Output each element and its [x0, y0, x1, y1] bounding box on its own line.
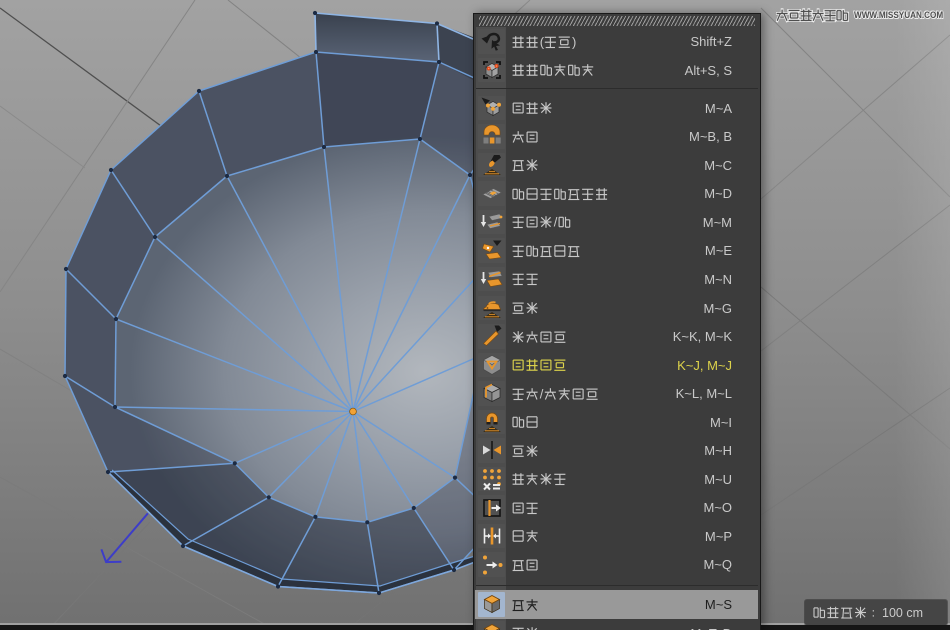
svg-text:/: /: [540, 386, 544, 401]
svg-text:/: /: [554, 215, 558, 230]
svg-text:): ): [572, 34, 576, 49]
svg-text:100 cm: 100 cm: [882, 606, 923, 620]
svg-text:(: (: [540, 34, 545, 49]
